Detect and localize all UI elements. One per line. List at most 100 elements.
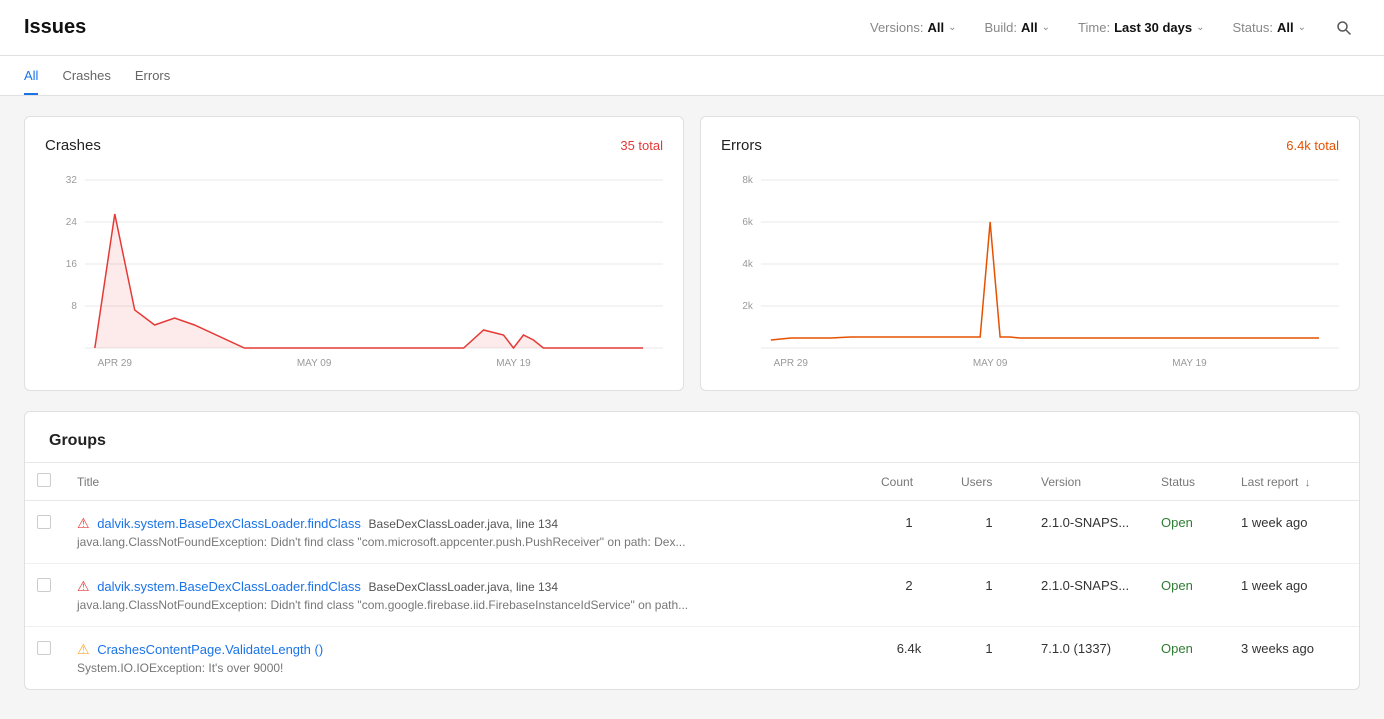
svg-text:2k: 2k bbox=[742, 301, 753, 312]
svg-text:24: 24 bbox=[66, 217, 78, 228]
errors-chart-card: Errors 6.4k total 8k 6k 4k 2k A bbox=[700, 116, 1360, 391]
issue-subtitle-2: System.IO.IOException: It's over 9000! bbox=[77, 661, 857, 675]
tab-errors[interactable]: Errors bbox=[135, 68, 170, 95]
row-checkbox-cell-1[interactable] bbox=[25, 564, 65, 627]
issue-file-1: BaseDexClassLoader.java, line 134 bbox=[369, 580, 558, 594]
errors-chart-svg: 8k 6k 4k 2k APR 29 MAY 09 MAY 19 bbox=[721, 170, 1339, 370]
groups-table: Title Count Users Version Status Last re… bbox=[25, 462, 1359, 689]
time-label: Time: bbox=[1078, 20, 1110, 35]
row-title-line-0: ⚠ dalvik.system.BaseDexClassLoader.findC… bbox=[77, 515, 857, 532]
row-checkbox-cell-2[interactable] bbox=[25, 627, 65, 690]
svg-text:8: 8 bbox=[71, 301, 77, 312]
row-count-1: 2 bbox=[869, 564, 949, 627]
tab-all[interactable]: All bbox=[24, 68, 38, 95]
row-last-report-1: 1 week ago bbox=[1229, 564, 1359, 627]
issue-title-link-2[interactable]: CrashesContentPage.ValidateLength () bbox=[97, 642, 323, 657]
row-title-cell-2: ⚠ CrashesContentPage.ValidateLength () S… bbox=[65, 627, 869, 690]
errors-chart-total: 6.4k total bbox=[1286, 138, 1339, 153]
th-title: Title bbox=[65, 463, 869, 501]
row-status-0: Open bbox=[1149, 501, 1229, 564]
build-label: Build: bbox=[985, 20, 1018, 35]
svg-text:APR 29: APR 29 bbox=[98, 358, 133, 369]
svg-text:MAY 19: MAY 19 bbox=[1172, 358, 1207, 369]
build-chevron-icon: ⌄ bbox=[1042, 22, 1050, 33]
row-users-1: 1 bbox=[949, 564, 1029, 627]
row-last-report-0: 1 week ago bbox=[1229, 501, 1359, 564]
svg-text:MAY 09: MAY 09 bbox=[297, 358, 332, 369]
crashes-chart-total: 35 total bbox=[620, 138, 663, 153]
tab-crashes[interactable]: Crashes bbox=[62, 68, 110, 95]
error-icon: ⚠ bbox=[77, 515, 90, 531]
status-badge-0: Open bbox=[1161, 515, 1193, 530]
build-filter[interactable]: Build: All ⌄ bbox=[979, 16, 1057, 39]
row-checkbox-cell-0[interactable] bbox=[25, 501, 65, 564]
svg-text:MAY 09: MAY 09 bbox=[973, 358, 1008, 369]
row-last-report-2: 3 weeks ago bbox=[1229, 627, 1359, 690]
charts-row: Crashes 35 total 32 24 16 8 APR bbox=[24, 116, 1360, 391]
crashes-chart-svg: 32 24 16 8 APR 29 MAY 09 MAY 19 bbox=[45, 170, 663, 370]
time-chevron-icon: ⌄ bbox=[1196, 22, 1204, 33]
th-version: Version bbox=[1029, 463, 1149, 501]
row-version-2: 7.1.0 (1337) bbox=[1029, 627, 1149, 690]
status-badge-2: Open bbox=[1161, 641, 1193, 656]
svg-text:4k: 4k bbox=[742, 259, 753, 270]
row-title-cell-0: ⚠ dalvik.system.BaseDexClassLoader.findC… bbox=[65, 501, 869, 564]
row-title-line-1: ⚠ dalvik.system.BaseDexClassLoader.findC… bbox=[77, 578, 857, 595]
svg-text:8k: 8k bbox=[742, 175, 753, 186]
issue-title-link-0[interactable]: dalvik.system.BaseDexClassLoader.findCla… bbox=[97, 516, 361, 531]
svg-text:APR 29: APR 29 bbox=[774, 358, 809, 369]
table-header-row: Title Count Users Version Status Last re… bbox=[25, 463, 1359, 501]
row-users-0: 1 bbox=[949, 501, 1029, 564]
groups-title: Groups bbox=[25, 412, 1359, 462]
row-title-line-2: ⚠ CrashesContentPage.ValidateLength () bbox=[77, 641, 857, 658]
build-value: All bbox=[1021, 20, 1038, 35]
versions-filter[interactable]: Versions: All ⌄ bbox=[864, 16, 963, 39]
versions-chevron-icon: ⌄ bbox=[948, 22, 956, 33]
errors-chart-header: Errors 6.4k total bbox=[721, 137, 1339, 154]
row-users-2: 1 bbox=[949, 627, 1029, 690]
time-value: Last 30 days bbox=[1114, 20, 1192, 35]
row-status-2: Open bbox=[1149, 627, 1229, 690]
issue-file-0: BaseDexClassLoader.java, line 134 bbox=[369, 517, 558, 531]
table-row: ⚠ dalvik.system.BaseDexClassLoader.findC… bbox=[25, 501, 1359, 564]
row-title-cell-1: ⚠ dalvik.system.BaseDexClassLoader.findC… bbox=[65, 564, 869, 627]
row-checkbox-0[interactable] bbox=[37, 515, 51, 529]
top-bar-controls: Versions: All ⌄ Build: All ⌄ Time: Last … bbox=[864, 12, 1360, 44]
page-title: Issues bbox=[24, 16, 86, 39]
svg-text:6k: 6k bbox=[742, 217, 753, 228]
errors-chart-title: Errors bbox=[721, 137, 762, 154]
issue-title-link-1[interactable]: dalvik.system.BaseDexClassLoader.findCla… bbox=[97, 579, 361, 594]
search-button[interactable] bbox=[1328, 12, 1360, 44]
status-filter[interactable]: Status: All ⌄ bbox=[1227, 16, 1312, 39]
versions-value: All bbox=[927, 20, 944, 35]
row-count-0: 1 bbox=[869, 501, 949, 564]
th-status: Status bbox=[1149, 463, 1229, 501]
versions-label: Versions: bbox=[870, 20, 923, 35]
svg-text:16: 16 bbox=[66, 259, 78, 270]
row-status-1: Open bbox=[1149, 564, 1229, 627]
status-label: Status: bbox=[1233, 20, 1273, 35]
table-row: ⚠ dalvik.system.BaseDexClassLoader.findC… bbox=[25, 564, 1359, 627]
th-last-report[interactable]: Last report ↓ bbox=[1229, 463, 1359, 501]
row-count-2: 6.4k bbox=[869, 627, 949, 690]
groups-tbody: ⚠ dalvik.system.BaseDexClassLoader.findC… bbox=[25, 501, 1359, 690]
row-version-1: 2.1.0-SNAPS... bbox=[1029, 564, 1149, 627]
select-all-checkbox[interactable] bbox=[37, 473, 51, 487]
select-all-header[interactable] bbox=[25, 463, 65, 501]
svg-text:32: 32 bbox=[66, 175, 78, 186]
time-filter[interactable]: Time: Last 30 days ⌄ bbox=[1072, 16, 1210, 39]
table-row: ⚠ CrashesContentPage.ValidateLength () S… bbox=[25, 627, 1359, 690]
sort-arrow-icon: ↓ bbox=[1305, 477, 1311, 489]
tabs-bar: All Crashes Errors bbox=[0, 56, 1384, 96]
crashes-chart-area: 32 24 16 8 APR 29 MAY 09 MAY 19 bbox=[45, 170, 663, 370]
status-chevron-icon: ⌄ bbox=[1298, 22, 1306, 33]
row-version-0: 2.1.0-SNAPS... bbox=[1029, 501, 1149, 564]
row-checkbox-2[interactable] bbox=[37, 641, 51, 655]
row-checkbox-1[interactable] bbox=[37, 578, 51, 592]
status-badge-1: Open bbox=[1161, 578, 1193, 593]
crashes-chart-title: Crashes bbox=[45, 137, 101, 154]
issue-subtitle-1: java.lang.ClassNotFoundException: Didn't… bbox=[77, 598, 857, 612]
error-icon: ⚠ bbox=[77, 578, 90, 594]
main-content: Crashes 35 total 32 24 16 8 APR bbox=[0, 96, 1384, 710]
svg-text:MAY 19: MAY 19 bbox=[496, 358, 531, 369]
